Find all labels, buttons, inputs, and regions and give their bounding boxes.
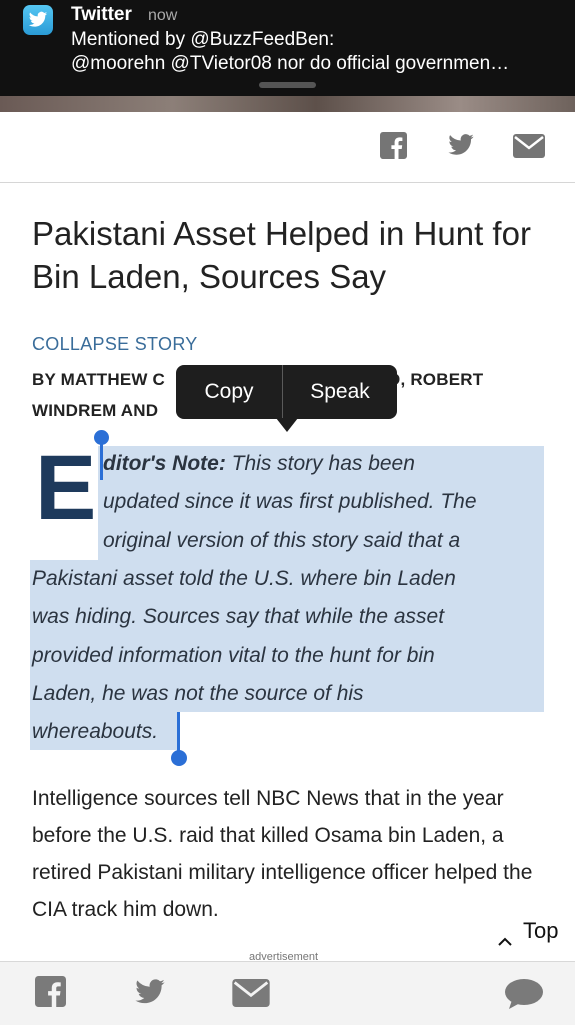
notification-grabber[interactable]	[259, 82, 316, 88]
drop-cap: E	[35, 437, 97, 539]
selection-start-handle-knob[interactable]	[94, 430, 109, 445]
notification-title: Mentioned by @BuzzFeedBen:	[71, 29, 335, 50]
editors-note-line: updated since it was first published. Th…	[103, 490, 477, 513]
notification-app-name: Twitter	[71, 4, 132, 25]
editors-note-line: ditor's Note: This story has been	[103, 452, 415, 475]
mail-icon[interactable]	[513, 134, 545, 163]
share-bar	[0, 112, 575, 183]
notification-time: now	[148, 7, 178, 24]
facebook-icon[interactable]	[380, 132, 407, 164]
twitter-app-icon	[23, 5, 53, 35]
mail-icon[interactable]	[232, 979, 270, 1012]
twitter-icon[interactable]	[447, 134, 475, 162]
byline-part-2: O, ROBERT	[387, 370, 484, 389]
editors-note-line: provided information vital to the hunt f…	[32, 644, 435, 667]
editors-note-label: ditor's Note:	[103, 452, 226, 475]
notification-message: @moorehn @TVietor08 nor do official gove…	[71, 53, 510, 74]
editors-note-line: was hiding. Sources say that while the a…	[32, 605, 445, 628]
editors-note-line: Pakistani asset told the U.S. where bin …	[32, 567, 456, 590]
article-body-paragraph: Intelligence sources tell NBC News that …	[32, 787, 533, 921]
selection-end-handle[interactable]	[177, 712, 180, 754]
scroll-to-top-button[interactable]: Top	[478, 910, 575, 960]
notification-banner[interactable]: Twitter now Mentioned by @BuzzFeedBen: @…	[0, 0, 575, 112]
collapse-story-link[interactable]: COLLAPSE STORY	[32, 334, 198, 355]
text-context-menu: Copy Speak	[176, 365, 397, 419]
editors-note-line: original version of this story said that…	[103, 529, 461, 552]
byline-part-1: BY MATTHEW C	[32, 370, 166, 389]
copy-button[interactable]: Copy	[176, 365, 282, 419]
header-image-strip	[0, 96, 575, 112]
top-label: Top	[523, 918, 559, 943]
article-headline: Pakistani Asset Helped in Hunt for Bin L…	[32, 215, 531, 295]
selection-start-handle[interactable]	[100, 440, 103, 480]
speak-button[interactable]: Speak	[283, 365, 397, 419]
facebook-icon[interactable]	[35, 976, 66, 1012]
editors-note-line: whereabouts.	[32, 720, 159, 743]
context-menu-pointer	[276, 418, 298, 432]
selection-end-handle-knob[interactable]	[171, 750, 187, 766]
twitter-icon[interactable]	[134, 979, 166, 1011]
editors-note-line: Laden, he was not the source of his	[32, 682, 364, 705]
comment-icon[interactable]	[504, 978, 544, 1015]
chevron-up-icon	[498, 926, 512, 952]
bottom-toolbar	[0, 961, 575, 1025]
